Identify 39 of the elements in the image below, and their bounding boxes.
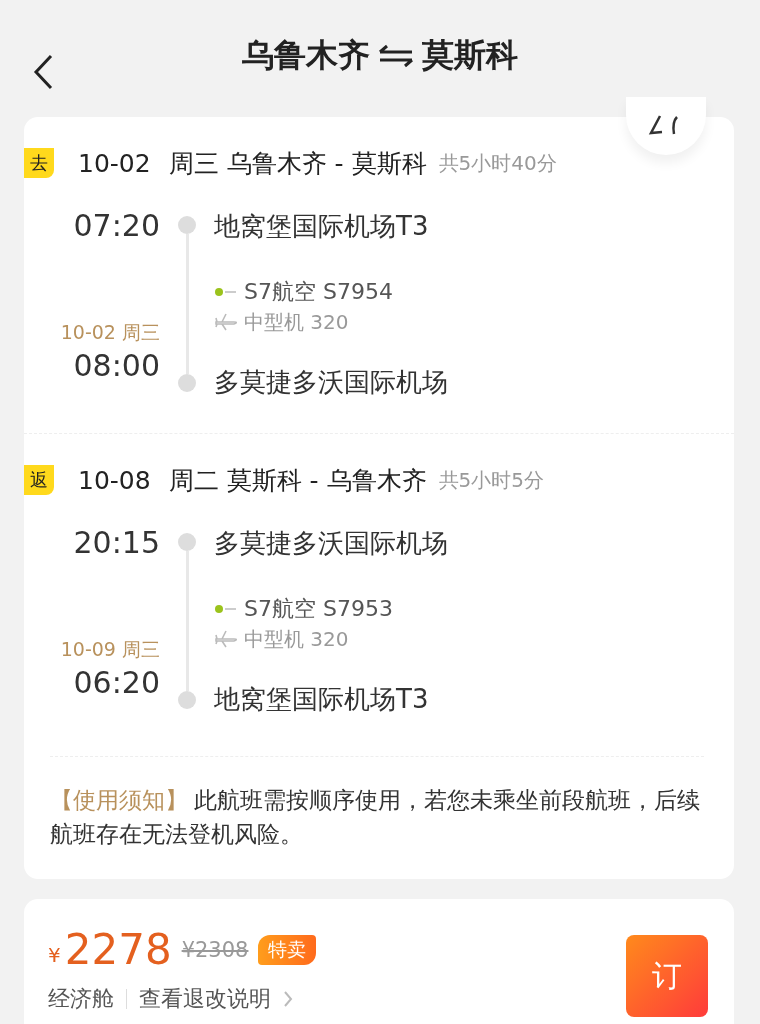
- cabin-class: 经济舱: [48, 985, 114, 1013]
- destination-city: 莫斯科: [422, 34, 518, 76]
- airline-logo-icon: [214, 286, 238, 298]
- floating-button[interactable]: [626, 97, 706, 155]
- arrival-date: 10-09 周三: [60, 637, 160, 662]
- leg-route: 周三 乌鲁木齐 - 莫斯科: [168, 147, 427, 180]
- original-price: ¥2308: [181, 937, 249, 962]
- usage-notice: 【使用须知】 此航班需按顺序使用，若您未乘坐前段航班，后续航班存在无法登机风险。: [50, 756, 704, 851]
- refund-rules-link[interactable]: 查看退改说明: [139, 984, 271, 1014]
- arrival-date: 10-02 周三: [60, 320, 160, 345]
- airplane-icon: [214, 312, 238, 332]
- departure-airport: 多莫捷多沃国际机场: [214, 527, 448, 560]
- flight-number: S7航空 S7954: [244, 278, 393, 306]
- leg-route: 周二 莫斯科 - 乌鲁木齐: [168, 464, 427, 497]
- airplane-icon: [214, 629, 238, 649]
- aircraft-type: 中型机 320: [244, 309, 349, 336]
- currency-symbol: ¥: [48, 942, 61, 967]
- departure-airport: 地窝堡国际机场T3: [214, 210, 430, 243]
- price: 2278: [64, 925, 172, 974]
- airline-logo-icon: [214, 603, 238, 615]
- flight-number: S7航空 S7953: [244, 595, 393, 623]
- trip-tag: 去: [24, 148, 54, 178]
- chevron-right-icon: [283, 990, 293, 1008]
- arrival-time: 08:00: [73, 347, 160, 385]
- sale-badge: 特卖: [258, 934, 317, 965]
- arrival-time: 06:20: [73, 664, 160, 702]
- trip-tag: 返: [24, 465, 54, 495]
- leg-date: 10-08: [78, 465, 151, 495]
- origin-city: 乌鲁木齐: [242, 34, 370, 76]
- departure-time: 20:15: [73, 524, 160, 562]
- round-trip-icon: [378, 43, 414, 68]
- departure-time: 07:20: [73, 207, 160, 245]
- leg-duration: 共5小时5分: [438, 466, 544, 494]
- arrival-airport: 多莫捷多沃国际机场: [214, 366, 448, 399]
- leg-date: 10-02: [78, 148, 151, 178]
- back-icon[interactable]: [32, 54, 54, 90]
- leg-duration: 共5小时40分: [438, 149, 557, 177]
- arrival-airport: 地窝堡国际机场T3: [214, 683, 430, 716]
- aircraft-type: 中型机 320: [244, 626, 349, 653]
